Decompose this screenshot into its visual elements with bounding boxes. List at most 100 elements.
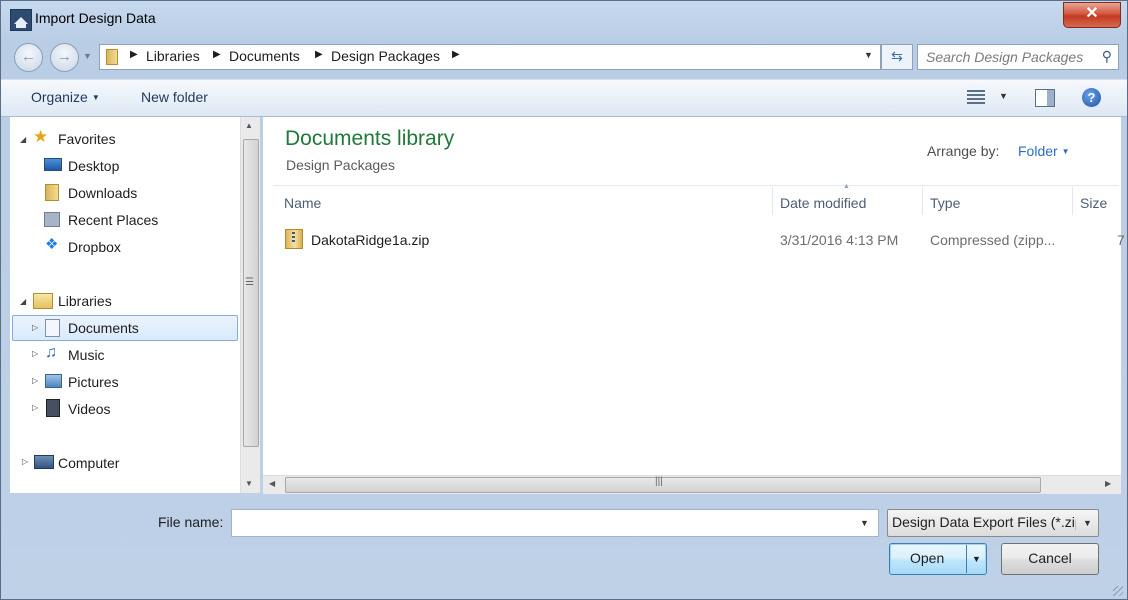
arrange-by-value: Folder [1018, 143, 1058, 159]
title-bar: Import Design Data ✕ [1, 1, 1127, 37]
open-button-label: Open [910, 550, 945, 566]
scroll-right-arrow-icon[interactable]: ▶ [1105, 479, 1111, 488]
folder-icon [106, 49, 118, 65]
search-input[interactable] [924, 48, 1088, 66]
address-bar[interactable]: ▶ Libraries ▶ Documents ▶ Design Package… [99, 44, 881, 70]
new-folder-button[interactable]: New folder [141, 89, 208, 105]
scroll-grip-icon: ☰ [245, 277, 254, 288]
expand-documents-icon[interactable]: ▷ [32, 316, 38, 340]
downloads-folder-icon [45, 184, 59, 201]
scrollbar-thumb[interactable] [243, 139, 259, 447]
sidebar-libraries[interactable]: Libraries [58, 289, 112, 313]
file-type-value: Design Data Export Files (*.zip) [892, 514, 1076, 530]
header-divider [273, 185, 1119, 186]
file-size: 7 [1117, 232, 1125, 248]
column-header-date-modified[interactable]: Date modified [780, 195, 866, 211]
desktop-icon [44, 158, 62, 171]
file-name: DakotaRidge1a.zip [311, 232, 430, 248]
breadcrumb-chevron-icon[interactable]: ▶ [315, 49, 323, 60]
sidebar-item-recent-places[interactable]: Recent Places [68, 208, 158, 232]
refresh-icon: ⇆ [891, 48, 903, 64]
scroll-down-arrow-icon[interactable]: ▼ [245, 479, 253, 488]
expand-pictures-icon[interactable]: ▷ [32, 376, 38, 385]
sidebar-item-pictures[interactable]: Pictures [68, 370, 119, 394]
dropbox-icon: ❖ [45, 236, 59, 253]
breadcrumb-chevron-icon[interactable]: ▶ [130, 49, 138, 60]
music-note-icon: ♫ [45, 344, 57, 361]
column-header-name[interactable]: Name [284, 195, 321, 211]
window-title: Import Design Data [35, 10, 156, 26]
sidebar-item-dropbox[interactable]: Dropbox [68, 235, 121, 259]
file-row[interactable]: DakotaRidge1a.zip 3/31/2016 4:13 PM Comp… [283, 227, 1125, 253]
refresh-button[interactable]: ⇆ [881, 44, 913, 70]
sidebar-item-documents-selected[interactable]: ▷ Documents [12, 315, 238, 341]
computer-icon [34, 455, 54, 469]
sidebar-item-desktop[interactable]: Desktop [68, 154, 119, 178]
navigation-pane: ◢ ★ Favorites Desktop Downloads Recent P… [10, 117, 240, 493]
close-button[interactable]: ✕ [1063, 2, 1121, 28]
pictures-icon [45, 374, 62, 388]
library-subtitle: Design Packages [286, 157, 395, 173]
breadcrumb-documents[interactable]: Documents [229, 48, 300, 64]
search-box[interactable]: ⚲ [917, 44, 1119, 70]
command-bar: Organize ▼ New folder ▼ ? [1, 79, 1127, 117]
column-divider[interactable] [922, 187, 923, 215]
scroll-left-arrow-icon[interactable]: ◀ [269, 479, 275, 488]
horizontal-scrollbar-thumb[interactable] [285, 477, 1041, 493]
organize-dropdown-icon: ▼ [91, 93, 100, 102]
libraries-icon [33, 293, 53, 309]
back-button[interactable]: ← [14, 43, 43, 72]
scroll-up-arrow-icon[interactable]: ▲ [245, 121, 253, 130]
horizontal-scroll-grip-icon: ||| [655, 476, 663, 487]
videos-film-icon [46, 399, 60, 417]
collapse-favorites-icon[interactable]: ◢ [20, 135, 26, 144]
forward-button[interactable]: → [50, 43, 79, 72]
sidebar-item-documents: Documents [68, 320, 139, 336]
search-icon[interactable]: ⚲ [1102, 48, 1112, 65]
address-dropdown-icon[interactable]: ▼ [864, 50, 873, 60]
sidebar-item-videos[interactable]: Videos [68, 397, 111, 421]
open-split-divider [966, 545, 967, 573]
library-title: Documents library [285, 127, 455, 150]
change-view-icon[interactable] [967, 90, 985, 104]
resize-grip-icon[interactable] [1113, 586, 1123, 596]
navigation-pane-scrollbar[interactable]: ▲ ☰ ▼ [240, 117, 260, 493]
sidebar-favorites[interactable]: Favorites [58, 127, 116, 151]
recent-locations-dropdown-icon[interactable]: ▼ [83, 51, 92, 61]
file-type-select[interactable]: Design Data Export Files (*.zip) ▼ [887, 509, 1099, 537]
expand-computer-icon[interactable]: ▷ [22, 457, 28, 466]
cancel-button[interactable]: Cancel [1001, 543, 1099, 575]
organize-menu[interactable]: Organize ▼ [31, 89, 100, 105]
sidebar-item-music[interactable]: Music [68, 343, 105, 367]
column-header-size[interactable]: Size [1080, 195, 1107, 211]
breadcrumb-design-packages[interactable]: Design Packages [331, 48, 440, 64]
file-list-horizontal-scrollbar[interactable]: ◀ ||| ▶ [263, 475, 1121, 494]
breadcrumb-chevron-icon[interactable]: ▶ [213, 49, 221, 60]
column-divider[interactable] [1072, 187, 1073, 215]
zip-folder-icon [285, 229, 303, 249]
file-name-combobox[interactable]: ▼ [231, 509, 879, 537]
breadcrumb-chevron-icon[interactable]: ▶ [452, 49, 460, 60]
help-icon[interactable]: ? [1082, 88, 1101, 107]
file-name-dropdown-icon[interactable]: ▼ [860, 518, 869, 528]
file-name-label: File name: [158, 514, 224, 530]
documents-icon [45, 319, 60, 337]
view-dropdown-icon[interactable]: ▼ [999, 91, 1008, 101]
arrange-by-dropdown[interactable]: Folder ▼ [1018, 143, 1070, 159]
arrange-by-label: Arrange by: [927, 143, 1000, 159]
expand-videos-icon[interactable]: ▷ [32, 403, 38, 412]
sidebar-computer[interactable]: Computer [58, 451, 119, 475]
file-type: Compressed (zipp... [930, 232, 1056, 248]
sidebar-item-downloads[interactable]: Downloads [68, 181, 137, 205]
file-date-modified: 3/31/2016 4:13 PM [780, 232, 899, 248]
column-divider[interactable] [772, 187, 773, 215]
recent-places-icon [44, 212, 60, 227]
expand-music-icon[interactable]: ▷ [32, 349, 38, 358]
file-name-input[interactable] [236, 514, 850, 532]
column-header-type[interactable]: Type [930, 195, 960, 211]
preview-pane-icon[interactable] [1035, 89, 1055, 107]
open-options-dropdown-icon[interactable]: ▼ [972, 554, 981, 564]
breadcrumb-libraries[interactable]: Libraries [146, 48, 200, 64]
collapse-libraries-icon[interactable]: ◢ [20, 297, 26, 306]
arrange-dropdown-icon: ▼ [1061, 147, 1070, 156]
